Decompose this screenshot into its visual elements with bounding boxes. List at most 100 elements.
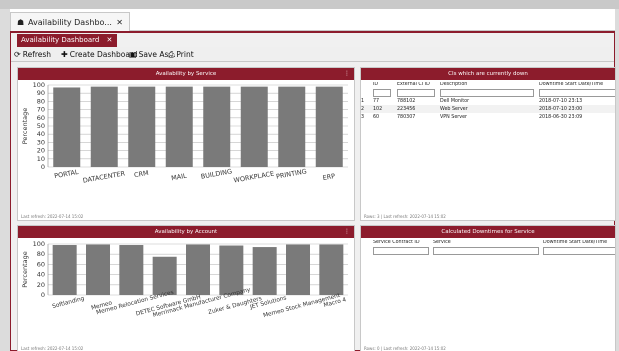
more-options-icon[interactable]: ⋮ [344,226,350,238]
panel-header: Availability by Service ⋮ [18,68,354,80]
column-header-label: Downtime Start Date/Time [539,82,604,87]
x-tick-label: PRINTING [275,167,307,180]
column-header-service-contract-id: Service Contract ID [373,240,433,255]
cell-external-ci-id: 780307 [397,114,416,120]
table-row[interactable]: 1 77 788102 Dell Monitor 2018-07-10 23:1… [361,97,615,105]
row-number-header [361,82,373,97]
table-header-row: ID External CI ID Description Downtime S… [361,82,615,97]
x-tick-label: ERP [322,172,336,182]
cell-external-ci-id: 788102 [397,98,416,104]
cell-description: Dell Monitor [440,98,470,104]
column-header-label: Downtime Start Date/Time [543,240,608,245]
plus-icon: ✚ [61,50,68,59]
tab-availability-dashboard[interactable]: ☗ Availability Dashbo... ✕ [10,12,130,31]
save-icon: ▣ [129,50,137,59]
panel-title: Calculated Downtimes for Service [441,229,535,235]
downtime-start-filter-input[interactable] [539,89,615,97]
y-tick-label: 20 [37,281,45,289]
panel-footer: Last refresh: 2022-07-14 15:02 [21,214,84,219]
cell-id: 60 [373,114,380,120]
panel-title: CIs which are currently down [448,71,528,77]
table-row[interactable]: 3 60 780307 VPN Server 2018-06-30 23:09 [361,113,615,121]
column-header-label: Service [433,240,451,245]
y-tick-label: 80 [37,97,45,105]
row-number: 2 [361,106,365,112]
bar [119,245,144,295]
column-header-service: Service [433,240,543,255]
bar [252,247,277,295]
table-row[interactable]: 2 102 223456 Web Server 2018-07-10 23:00 [361,105,615,113]
bar [278,86,306,167]
inner-tab-label: Availability Dashboard [21,36,100,44]
panel-title: Availability by Service [155,71,217,77]
panel-header: CIs which are currently down [361,68,615,80]
print-label: Print [176,50,194,59]
bar [319,244,344,295]
column-header-downtime-start: Downtime Start Date/Time [543,240,615,255]
cell-external-ci-id: 223456 [397,106,416,112]
app-root: ☗ Availability Dashbo... ✕ Availability D… [0,0,619,351]
x-tick-label: CRM [133,169,149,179]
y-tick-label: 60 [37,260,45,268]
bar [52,245,77,295]
description-filter-input[interactable] [440,89,534,97]
y-tick-label: 60 [37,114,45,122]
cell-downtime-start: 2018-07-10 23:13 [539,98,583,104]
cis-table: ID External CI ID Description Downtime S… [361,82,615,121]
service-filter-input[interactable] [433,247,539,255]
column-header-description: Description [440,82,539,97]
y-tick-label: 40 [37,271,45,279]
inner-tab-availability-dashboard[interactable]: Availability Dashboard ✕ [17,34,118,47]
x-tick-label: Softlanding [52,296,86,310]
y-tick-label: 10 [37,155,45,163]
cell-downtime-start: 2018-06-30 23:09 [539,114,583,120]
window-top-bar [0,0,619,9]
y-tick-label: 90 [37,89,45,97]
y-axis-label: Percentage [21,251,29,288]
x-tick-label: PORTAL [54,168,80,180]
close-icon[interactable]: ✕ [116,13,123,31]
panel-title: Availability by Account [154,229,218,235]
x-tick-label: BUILDING [200,167,232,180]
bar [90,86,118,167]
refresh-icon: ⟳ [14,50,21,59]
x-tick-label: WORKPLACE [233,170,275,185]
bar [286,244,310,295]
outer-tab-strip: ☗ Availability Dashbo... ✕ [10,9,615,31]
row-number: 1 [361,98,365,104]
y-tick-label: 100 [33,81,45,89]
cell-description: Web Server [440,106,468,112]
column-header-label: Description [440,82,468,87]
print-button[interactable]: ⎙ Print [168,49,194,61]
column-header-id: ID [373,82,397,97]
column-header-external-ci-id: External CI ID [397,82,440,97]
outer-tab-label: Availability Dashbo... [28,18,112,27]
panel-calculated-downtimes: Calculated Downtimes for Service Service… [360,225,616,351]
panel-availability-by-account: Availability by Account ⋮ 0 20 40 60 80 100 So… [17,225,355,351]
cell-downtime-start: 2018-07-10 23:00 [539,106,583,112]
refresh-button[interactable]: ⟳ Refresh [14,49,51,61]
id-filter-input[interactable] [373,89,391,97]
y-tick-label: 20 [37,147,45,155]
external-ci-id-filter-input[interactable] [397,89,435,97]
downtime-start-filter-input[interactable] [543,247,615,255]
table-header-row: Service Contract ID Service Downtime Sta… [361,240,615,255]
create-dashboard-button[interactable]: ✚ Create Dashboard [61,49,138,61]
column-header-label: ID [373,82,379,87]
downtimes-table: Service Contract ID Service Downtime Sta… [361,240,615,255]
column-header-label: Service Contract ID [373,240,420,245]
bar [240,86,268,167]
panel-header: Calculated Downtimes for Service [361,226,615,238]
more-options-icon[interactable]: ⋮ [344,68,350,80]
bar [219,245,244,295]
service-contract-id-filter-input[interactable] [373,247,429,255]
bar [165,86,193,167]
cell-description: VPN Server [440,114,468,120]
bar [152,256,177,295]
y-tick-label: 40 [37,130,45,138]
column-header-label: External CI ID [397,82,430,87]
panel-footer: Last refresh: 2022-07-14 15:02 [21,346,84,351]
close-icon[interactable]: ✕ [106,34,112,47]
bar [315,86,343,167]
cell-id: 102 [373,106,383,112]
